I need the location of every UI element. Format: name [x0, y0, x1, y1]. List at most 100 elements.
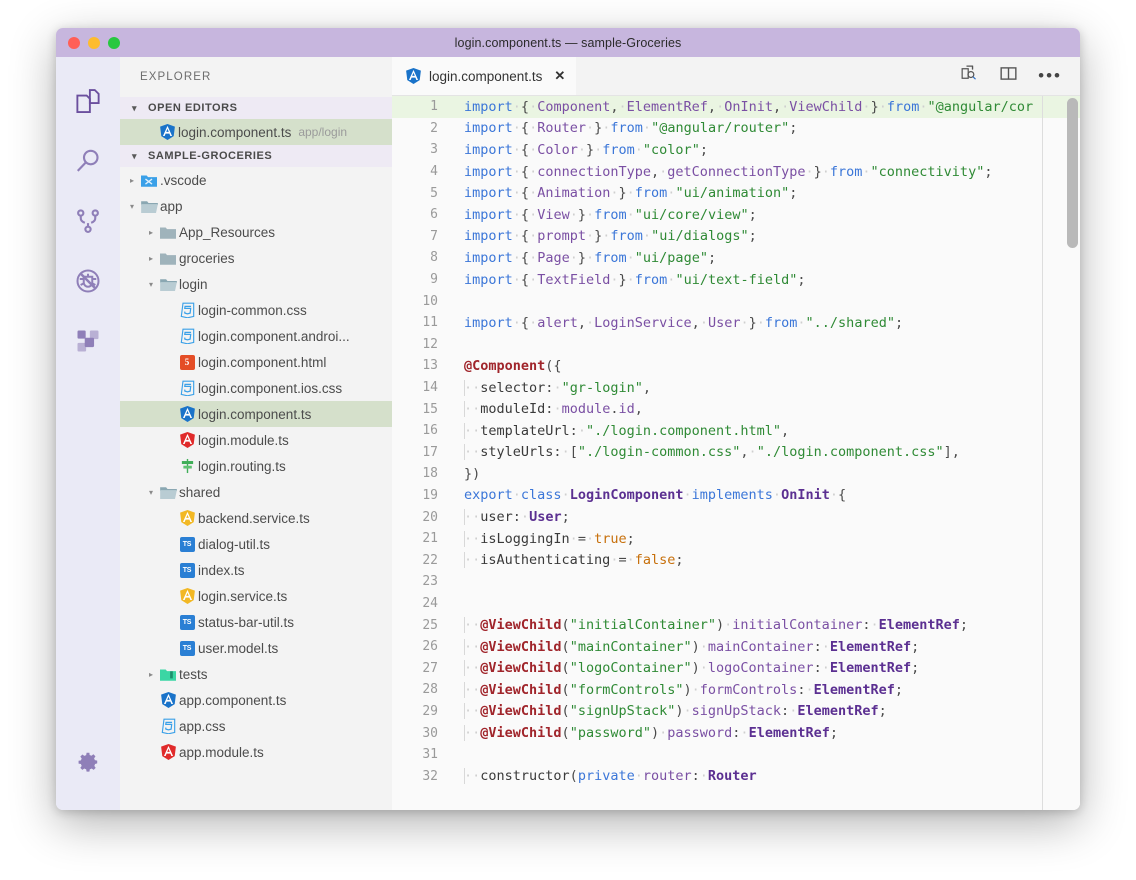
editor-overview-divider [1042, 96, 1043, 810]
tree-file-row[interactable]: login-common.css [120, 297, 392, 323]
activity-item-source-control[interactable] [56, 191, 120, 251]
token-ws: · [862, 99, 870, 115]
token-typ: OnInit [781, 487, 830, 503]
chevron-right-icon[interactable]: ▸ [145, 228, 157, 237]
section-project[interactable]: ▾ SAMPLE-GROCERIES [120, 145, 392, 167]
tree-item-label: login-common.css [198, 303, 307, 318]
tree-file-row[interactable]: TSstatus-bar-util.ts [120, 609, 392, 635]
token-id: OnInit [724, 99, 773, 115]
close-window-button[interactable] [68, 37, 80, 49]
editor-tab-login-component-ts[interactable]: login.component.ts ✕ [392, 57, 576, 95]
activity-item-debug[interactable] [56, 251, 120, 311]
activity-item-extensions[interactable] [56, 311, 120, 371]
activity-item-explorer[interactable] [56, 71, 120, 131]
tree-item-label: login [179, 277, 208, 292]
tree-folder-row[interactable]: ▸.vscode [120, 167, 392, 193]
editor-scrollbar[interactable] [1067, 98, 1078, 248]
code-line: 11import·{·alert,·LoginService,·User·}·f… [392, 312, 1080, 334]
split-editor-icon[interactable] [999, 64, 1018, 88]
tree-file-row[interactable]: login.component.ts [120, 401, 392, 427]
tree-file-row[interactable]: login.routing.ts [120, 453, 392, 479]
token-ws: ·· [464, 552, 480, 568]
close-icon[interactable]: ✕ [554, 68, 565, 84]
chevron-down-icon[interactable]: ▾ [145, 280, 157, 289]
indent-guide [464, 423, 465, 439]
tree-file-row[interactable]: login.module.ts [120, 427, 392, 453]
token-str: "ui/text-field" [675, 272, 797, 288]
token-ws: · [822, 639, 830, 655]
tree-item-label: login.module.ts [198, 433, 289, 448]
code-line-content: import·{·prompt·}·from·"ui/dialogs"; [452, 228, 757, 244]
extensions-icon [74, 327, 102, 355]
tree-file-row[interactable]: TSuser.model.ts [120, 635, 392, 661]
chevron-right-icon[interactable]: ▸ [145, 670, 157, 679]
activity-item-manage[interactable] [56, 732, 120, 792]
token-str: "ui/dialogs" [651, 228, 749, 244]
token-ws: · [529, 120, 537, 136]
chevron-down-icon[interactable]: ▾ [126, 202, 138, 211]
token-pun: : [553, 444, 561, 460]
tree-folder-row[interactable]: ▾ login [120, 271, 392, 297]
tree-file-row[interactable]: 5login.component.html [120, 349, 392, 375]
token-ws: · [586, 228, 594, 244]
token-ws: · [822, 660, 830, 676]
minimize-window-button[interactable] [88, 37, 100, 49]
tree-file-row[interactable]: app.css [120, 713, 392, 739]
line-number: 26 [392, 639, 452, 654]
tree-folder-row[interactable]: ▸App_Resources [120, 219, 392, 245]
tree-folder-row[interactable]: ▸tests [120, 661, 392, 687]
token-k: import [464, 120, 513, 136]
file-type-icon [157, 226, 179, 239]
code-line: 13@Component({ [392, 355, 1080, 377]
token-pun: , [781, 423, 789, 439]
more-actions-icon[interactable]: ••• [1038, 71, 1062, 81]
token-pun: , [610, 99, 618, 115]
tree-file-row[interactable]: login.component.androi... [120, 323, 392, 349]
tree-file-row[interactable]: login.component.ios.css [120, 375, 392, 401]
tree-file-row[interactable]: TSdialog-util.ts [120, 531, 392, 557]
chevron-right-icon[interactable]: ▸ [145, 254, 157, 263]
token-ws: · [740, 315, 748, 331]
zoom-window-button[interactable] [108, 37, 120, 49]
chevron-down-icon[interactable]: ▾ [145, 488, 157, 497]
open-editor-item[interactable]: login.component.tsapp/login [120, 119, 392, 145]
token-pun: ) [692, 639, 700, 655]
line-number: 1 [392, 99, 452, 114]
token-id: getConnectionType [667, 164, 805, 180]
token-id: TextField [537, 272, 610, 288]
token-ws: · [513, 185, 521, 201]
open-changes-icon[interactable] [960, 64, 979, 88]
code-line: 4import·{·connectionType,·getConnectionT… [392, 161, 1080, 183]
token-pun: , [773, 99, 781, 115]
token-pun: } [749, 315, 757, 331]
indent-guide [464, 380, 465, 396]
tree-file-row[interactable]: backend.service.ts [120, 505, 392, 531]
token-pun: ; [708, 250, 716, 266]
token-ws: · [757, 315, 765, 331]
code-line: 8import·{·Page·}·from·"ui/page"; [392, 247, 1080, 269]
tree-file-row[interactable]: TSindex.ts [120, 557, 392, 583]
token-k: from [830, 164, 863, 180]
section-open-editors[interactable]: ▾ OPEN EDITORS [120, 97, 392, 119]
tree-file-row[interactable]: app.module.ts [120, 739, 392, 765]
token-pun: , [651, 164, 659, 180]
token-pun: . [610, 401, 618, 417]
tree-folder-row[interactable]: ▾app [120, 193, 392, 219]
file-type-icon: 5 [176, 355, 198, 370]
token-k: export [464, 487, 513, 503]
tree-folder-row[interactable]: ▾shared [120, 479, 392, 505]
editor-tab-label: login.component.ts [429, 69, 542, 84]
indent-guide [464, 639, 465, 655]
code-line-content: ··styleUrls:·["./login-common.css",·"./l… [452, 444, 960, 460]
chevron-right-icon[interactable]: ▸ [126, 176, 138, 185]
code-line: 25··@ViewChild("initialContainer")·initi… [392, 614, 1080, 636]
tree-folder-row[interactable]: ▸groceries [120, 245, 392, 271]
line-number: 6 [392, 207, 452, 222]
token-ws: · [805, 164, 813, 180]
code-editor[interactable]: 1import·{·Component,·ElementRef,·OnInit,… [392, 96, 1080, 810]
tree-file-row[interactable]: app.component.ts [120, 687, 392, 713]
tree-file-row[interactable]: login.service.ts [120, 583, 392, 609]
token-ws: · [586, 250, 594, 266]
activity-item-search[interactable] [56, 131, 120, 191]
token-typ: LoginComponent [570, 487, 684, 503]
